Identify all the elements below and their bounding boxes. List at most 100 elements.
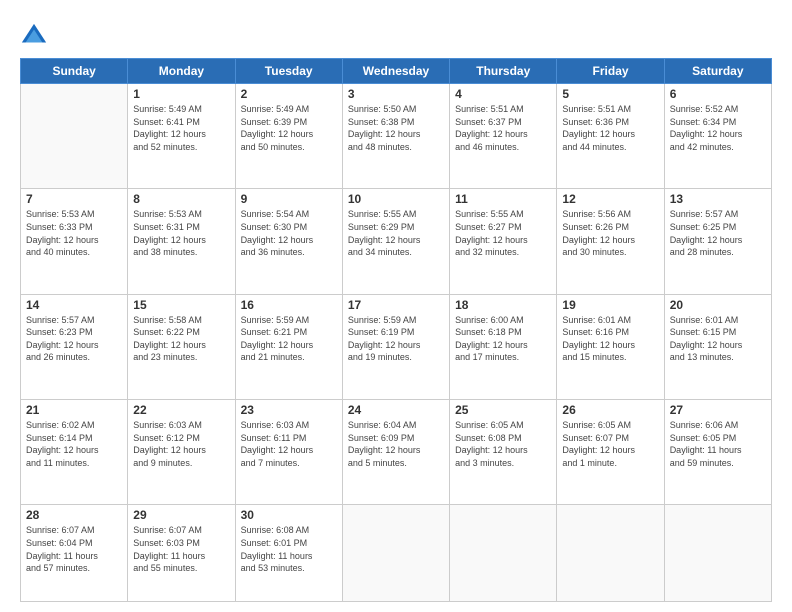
day-number: 30 [241,508,337,522]
cell-info: Sunrise: 5:56 AMSunset: 6:26 PMDaylight:… [562,208,658,258]
day-number: 17 [348,298,444,312]
calendar-cell: 21 Sunrise: 6:02 AMSunset: 6:14 PMDayligh… [21,399,128,504]
calendar-week-5: 28 Sunrise: 6:07 AMSunset: 6:04 PMDayligh… [21,505,772,602]
cell-info: Sunrise: 6:01 AMSunset: 6:15 PMDaylight:… [670,314,766,364]
calendar-cell: 28 Sunrise: 6:07 AMSunset: 6:04 PMDayligh… [21,505,128,602]
page: SundayMondayTuesdayWednesdayThursdayFrid… [0,0,792,612]
cell-info: Sunrise: 5:55 AMSunset: 6:27 PMDaylight:… [455,208,551,258]
calendar-cell: 18 Sunrise: 6:00 AMSunset: 6:18 PMDayligh… [450,294,557,399]
day-number: 6 [670,87,766,101]
cell-info: Sunrise: 5:54 AMSunset: 6:30 PMDaylight:… [241,208,337,258]
cell-info: Sunrise: 5:50 AMSunset: 6:38 PMDaylight:… [348,103,444,153]
day-number: 28 [26,508,122,522]
cell-info: Sunrise: 6:06 AMSunset: 6:05 PMDaylight:… [670,419,766,469]
cell-info: Sunrise: 6:03 AMSunset: 6:11 PMDaylight:… [241,419,337,469]
cell-info: Sunrise: 6:08 AMSunset: 6:01 PMDaylight:… [241,524,337,574]
cell-info: Sunrise: 6:05 AMSunset: 6:07 PMDaylight:… [562,419,658,469]
day-number: 3 [348,87,444,101]
cell-info: Sunrise: 6:01 AMSunset: 6:16 PMDaylight:… [562,314,658,364]
cell-info: Sunrise: 5:58 AMSunset: 6:22 PMDaylight:… [133,314,229,364]
day-number: 14 [26,298,122,312]
day-number: 10 [348,192,444,206]
weekday-header-monday: Monday [128,59,235,84]
cell-info: Sunrise: 5:52 AMSunset: 6:34 PMDaylight:… [670,103,766,153]
day-number: 4 [455,87,551,101]
calendar-cell [664,505,771,602]
day-number: 8 [133,192,229,206]
cell-info: Sunrise: 6:02 AMSunset: 6:14 PMDaylight:… [26,419,122,469]
calendar-cell: 24 Sunrise: 6:04 AMSunset: 6:09 PMDayligh… [342,399,449,504]
cell-info: Sunrise: 5:55 AMSunset: 6:29 PMDaylight:… [348,208,444,258]
cell-info: Sunrise: 6:07 AMSunset: 6:04 PMDaylight:… [26,524,122,574]
day-number: 19 [562,298,658,312]
calendar-cell: 1 Sunrise: 5:49 AMSunset: 6:41 PMDaylight… [128,84,235,189]
header [20,18,772,50]
day-number: 21 [26,403,122,417]
calendar-cell: 2 Sunrise: 5:49 AMSunset: 6:39 PMDaylight… [235,84,342,189]
cell-info: Sunrise: 5:53 AMSunset: 6:33 PMDaylight:… [26,208,122,258]
calendar-cell: 22Sunrise: 6:03 AMSunset: 6:12 PMDayligh… [128,399,235,504]
day-number: 5 [562,87,658,101]
calendar-cell: 4 Sunrise: 5:51 AMSunset: 6:37 PMDaylight… [450,84,557,189]
weekday-header-saturday: Saturday [664,59,771,84]
day-number: 18 [455,298,551,312]
calendar-cell: 3 Sunrise: 5:50 AMSunset: 6:38 PMDaylight… [342,84,449,189]
cell-info: Sunrise: 5:57 AMSunset: 6:23 PMDaylight:… [26,314,122,364]
cell-info: Sunrise: 5:49 AMSunset: 6:39 PMDaylight:… [241,103,337,153]
calendar-cell: 17 Sunrise: 5:59 AMSunset: 6:19 PMDayligh… [342,294,449,399]
day-number: 9 [241,192,337,206]
day-number: 22 [133,403,229,417]
calendar-cell: 13 Sunrise: 5:57 AMSunset: 6:25 PMDayligh… [664,189,771,294]
calendar-cell: 25 Sunrise: 6:05 AMSunset: 6:08 PMDayligh… [450,399,557,504]
calendar-cell: 23 Sunrise: 6:03 AMSunset: 6:11 PMDayligh… [235,399,342,504]
calendar-cell: 7Sunrise: 5:53 AMSunset: 6:33 PMDaylight… [21,189,128,294]
cell-info: Sunrise: 6:04 AMSunset: 6:09 PMDaylight:… [348,419,444,469]
calendar-table: SundayMondayTuesdayWednesdayThursdayFrid… [20,58,772,602]
calendar-cell: 10 Sunrise: 5:55 AMSunset: 6:29 PMDayligh… [342,189,449,294]
calendar-cell: 5 Sunrise: 5:51 AMSunset: 6:36 PMDaylight… [557,84,664,189]
calendar-week-1: 1 Sunrise: 5:49 AMSunset: 6:41 PMDaylight… [21,84,772,189]
calendar-cell: 27 Sunrise: 6:06 AMSunset: 6:05 PMDayligh… [664,399,771,504]
cell-info: Sunrise: 5:59 AMSunset: 6:21 PMDaylight:… [241,314,337,364]
calendar-week-3: 14 Sunrise: 5:57 AMSunset: 6:23 PMDayligh… [21,294,772,399]
weekday-header-friday: Friday [557,59,664,84]
weekday-header-wednesday: Wednesday [342,59,449,84]
calendar-cell [557,505,664,602]
day-number: 29 [133,508,229,522]
calendar-cell: 14 Sunrise: 5:57 AMSunset: 6:23 PMDayligh… [21,294,128,399]
cell-info: Sunrise: 6:05 AMSunset: 6:08 PMDaylight:… [455,419,551,469]
calendar-cell: 12Sunrise: 5:56 AMSunset: 6:26 PMDayligh… [557,189,664,294]
day-number: 11 [455,192,551,206]
weekday-header-tuesday: Tuesday [235,59,342,84]
day-number: 13 [670,192,766,206]
cell-info: Sunrise: 5:57 AMSunset: 6:25 PMDaylight:… [670,208,766,258]
day-number: 24 [348,403,444,417]
calendar-cell [21,84,128,189]
calendar-cell: 8Sunrise: 5:53 AMSunset: 6:31 PMDaylight… [128,189,235,294]
calendar-week-4: 21 Sunrise: 6:02 AMSunset: 6:14 PMDayligh… [21,399,772,504]
cell-info: Sunrise: 6:00 AMSunset: 6:18 PMDaylight:… [455,314,551,364]
calendar-cell: 26 Sunrise: 6:05 AMSunset: 6:07 PMDayligh… [557,399,664,504]
calendar-cell [450,505,557,602]
calendar-cell: 30 Sunrise: 6:08 AMSunset: 6:01 PMDayligh… [235,505,342,602]
logo-icon [20,22,48,50]
calendar-cell: 20Sunrise: 6:01 AMSunset: 6:15 PMDayligh… [664,294,771,399]
day-number: 1 [133,87,229,101]
calendar-cell: 9 Sunrise: 5:54 AMSunset: 6:30 PMDaylight… [235,189,342,294]
calendar-cell [342,505,449,602]
cell-info: Sunrise: 5:49 AMSunset: 6:41 PMDaylight:… [133,103,229,153]
weekday-header-thursday: Thursday [450,59,557,84]
day-number: 2 [241,87,337,101]
day-number: 23 [241,403,337,417]
day-number: 27 [670,403,766,417]
calendar-week-2: 7Sunrise: 5:53 AMSunset: 6:33 PMDaylight… [21,189,772,294]
calendar-cell: 11 Sunrise: 5:55 AMSunset: 6:27 PMDayligh… [450,189,557,294]
calendar-cell: 29 Sunrise: 6:07 AMSunset: 6:03 PMDayligh… [128,505,235,602]
day-number: 16 [241,298,337,312]
day-number: 26 [562,403,658,417]
cell-info: Sunrise: 6:07 AMSunset: 6:03 PMDaylight:… [133,524,229,574]
day-number: 25 [455,403,551,417]
cell-info: Sunrise: 5:51 AMSunset: 6:36 PMDaylight:… [562,103,658,153]
cell-info: Sunrise: 5:59 AMSunset: 6:19 PMDaylight:… [348,314,444,364]
cell-info: Sunrise: 5:51 AMSunset: 6:37 PMDaylight:… [455,103,551,153]
